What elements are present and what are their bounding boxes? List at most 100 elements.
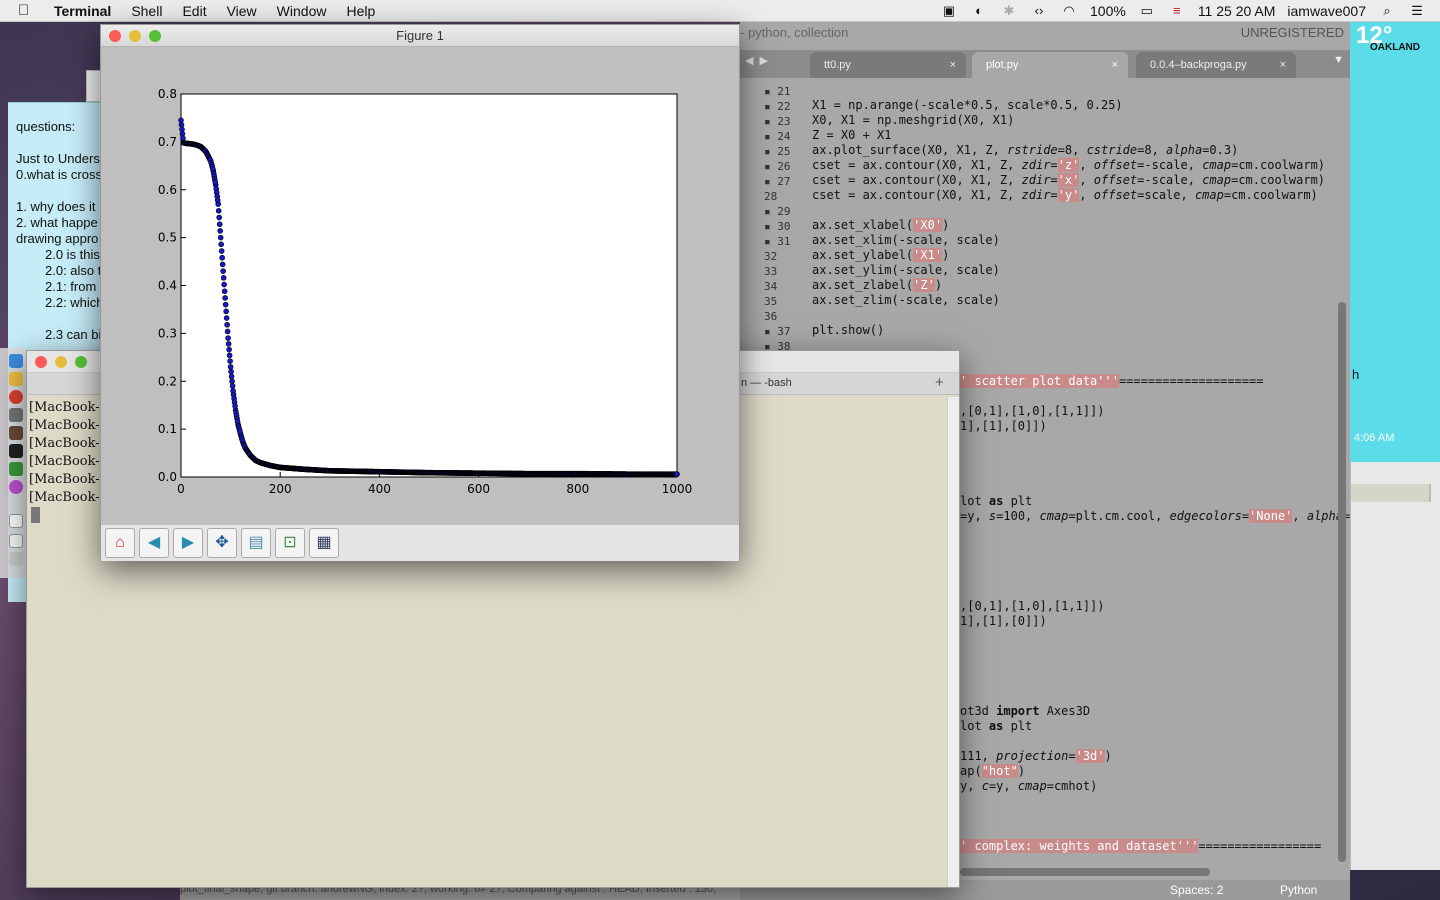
line-number: 33 [764, 265, 778, 278]
y-tick-label: 0.7 [158, 135, 177, 149]
sublime-app-icon[interactable] [9, 462, 23, 476]
background-window [1350, 462, 1440, 870]
vertical-scrollbar[interactable] [1338, 302, 1346, 862]
zoom-button[interactable] [149, 30, 161, 42]
chrome-icon[interactable] [9, 390, 23, 404]
data-point [219, 254, 225, 261]
finder-icon[interactable] [9, 354, 23, 368]
configure-subplots-icon[interactable]: ⊡ [275, 528, 305, 558]
sublime-title: - python, collection [740, 25, 849, 40]
minimize-button[interactable] [55, 356, 67, 368]
menu-window[interactable]: Window [277, 3, 327, 19]
data-point [228, 373, 235, 380]
data-point [224, 321, 230, 328]
notes-app-icon[interactable] [9, 372, 23, 386]
minimize-button[interactable] [129, 30, 141, 42]
tab-label: tt0.py [824, 59, 851, 71]
notification-center-icon[interactable]: ☰ [1408, 4, 1426, 18]
forward-arrow-icon[interactable]: ▶ [173, 528, 203, 558]
line-number: ▪ 29 [764, 205, 791, 218]
line-number: ▪ 21 [764, 85, 791, 98]
screen-icon[interactable]: ▣ [940, 4, 958, 18]
line-number: ▪ 22 [764, 100, 791, 113]
horizontal-scrollbar[interactable] [960, 868, 1210, 876]
terminal-line: [MacBook- [29, 418, 100, 433]
battery-percent[interactable]: 100% [1090, 3, 1126, 19]
data-point [216, 221, 223, 228]
downloads-icon[interactable] [9, 534, 23, 548]
tab-backproga[interactable]: 0.0.4–backproga.py × [1136, 52, 1296, 78]
terminal-icon[interactable] [9, 444, 23, 458]
app-icon[interactable] [9, 426, 23, 440]
zoom-button[interactable] [75, 356, 87, 368]
line-number: ▪ 24 [764, 130, 791, 143]
home-icon[interactable]: ⌂ [105, 528, 135, 558]
close-icon[interactable]: × [1280, 52, 1286, 78]
plot-canvas[interactable]: 0 200 400 600 800 1000 0.0 0.1 0.2 0.3 0.4 0.5 0.6 0.… [101, 47, 739, 525]
menu-view[interactable]: View [227, 3, 257, 19]
evernote-icon[interactable]: ◐ [970, 4, 988, 18]
line-number: ▪ 30 [764, 220, 791, 233]
close-icon[interactable]: × [950, 52, 956, 78]
terminal-line: [MacBook- [29, 490, 100, 505]
line-number: 35 [764, 295, 778, 308]
data-point [673, 471, 680, 477]
widget-text: h [1352, 367, 1360, 382]
tab-plot[interactable]: plot.py × [972, 52, 1128, 78]
spotlight-icon[interactable]: ⌕ [1378, 4, 1396, 18]
line-number: ▪ 23 [764, 115, 791, 128]
y-tick-label: 0.2 [158, 374, 177, 388]
menu-bar:  Terminal Shell Edit View Window Help ▣… [0, 0, 1440, 22]
close-icon[interactable]: × [1112, 52, 1118, 78]
zoom-rect-icon[interactable]: ▤ [241, 528, 271, 558]
terminal-line: [MacBook- [29, 472, 100, 487]
bluetooth-icon[interactable]: ✱ [1000, 4, 1018, 18]
data-point [223, 308, 229, 315]
tab-tt0[interactable]: tt0.py × [810, 52, 966, 78]
syntax-setting[interactable]: Python [1280, 880, 1317, 900]
y-tick-label: 0.4 [158, 279, 177, 293]
document-icon[interactable] [9, 514, 23, 528]
menu-help[interactable]: Help [346, 3, 375, 19]
terminal-tab-title[interactable]: n — -bash [741, 377, 792, 389]
pan-icon[interactable]: ✥ [207, 528, 237, 558]
close-button[interactable] [109, 30, 121, 42]
flag-icon[interactable]: ≡ [1168, 4, 1186, 18]
indent-setting[interactable]: Spaces: 2 [1170, 880, 1223, 900]
clock[interactable]: 11 25 20 AM [1198, 3, 1276, 19]
sublime-titlebar: - python, collection UNREGISTERED [740, 22, 1350, 44]
y-tick-label: 0.8 [158, 87, 177, 101]
wifi-icon[interactable]: ◠ [1060, 4, 1078, 18]
code-editor-overflow[interactable]: ' scatter plot data'''==================… [960, 360, 1350, 882]
weather-widget[interactable]: 12° OAKLAND h 4:06 AM [1350, 22, 1440, 462]
line-number: 34 [764, 280, 778, 293]
apple-icon[interactable]:  [18, 2, 42, 19]
line-number: 28 [764, 190, 778, 203]
battery-icon[interactable]: ▭ [1138, 4, 1156, 18]
tab-dropdown-icon[interactable]: ▼ [1333, 54, 1344, 66]
tab-nav-arrows-icon[interactable]: ◀▶ [745, 54, 774, 67]
new-tab-icon[interactable]: + [935, 374, 944, 391]
trash-icon[interactable] [9, 552, 23, 566]
figure-toolbar: ⌂ ◀ ▶ ✥ ▤ ⊡ ▦ [101, 525, 739, 561]
data-point [229, 383, 236, 389]
data-point [225, 341, 232, 347]
back-arrow-icon[interactable]: ◀ [139, 528, 169, 558]
save-icon[interactable]: ▦ [309, 528, 339, 558]
data-point [212, 179, 219, 185]
data-point [216, 214, 222, 221]
data-point [227, 364, 234, 370]
terminal-scrollbar[interactable] [947, 397, 959, 887]
menu-app-name[interactable]: Terminal [54, 3, 111, 19]
close-button[interactable] [35, 356, 47, 368]
figure-window: Figure 1 0 200 400 600 800 1000 0.0 0.1 0.2 0.3 0.… [100, 24, 740, 561]
itunes-icon[interactable] [9, 480, 23, 494]
menu-edit[interactable]: Edit [182, 3, 206, 19]
dock [0, 348, 26, 578]
terminal-output[interactable]: [MacBook- [MacBook- [MacBook- [MacBook- … [29, 399, 100, 507]
y-tick-label: 0.3 [158, 326, 177, 340]
code-icon[interactable]: ‹› [1030, 4, 1048, 18]
menu-shell[interactable]: Shell [131, 3, 162, 19]
launchpad-icon[interactable] [9, 408, 23, 422]
user-name[interactable]: iamwave007 [1287, 3, 1366, 19]
